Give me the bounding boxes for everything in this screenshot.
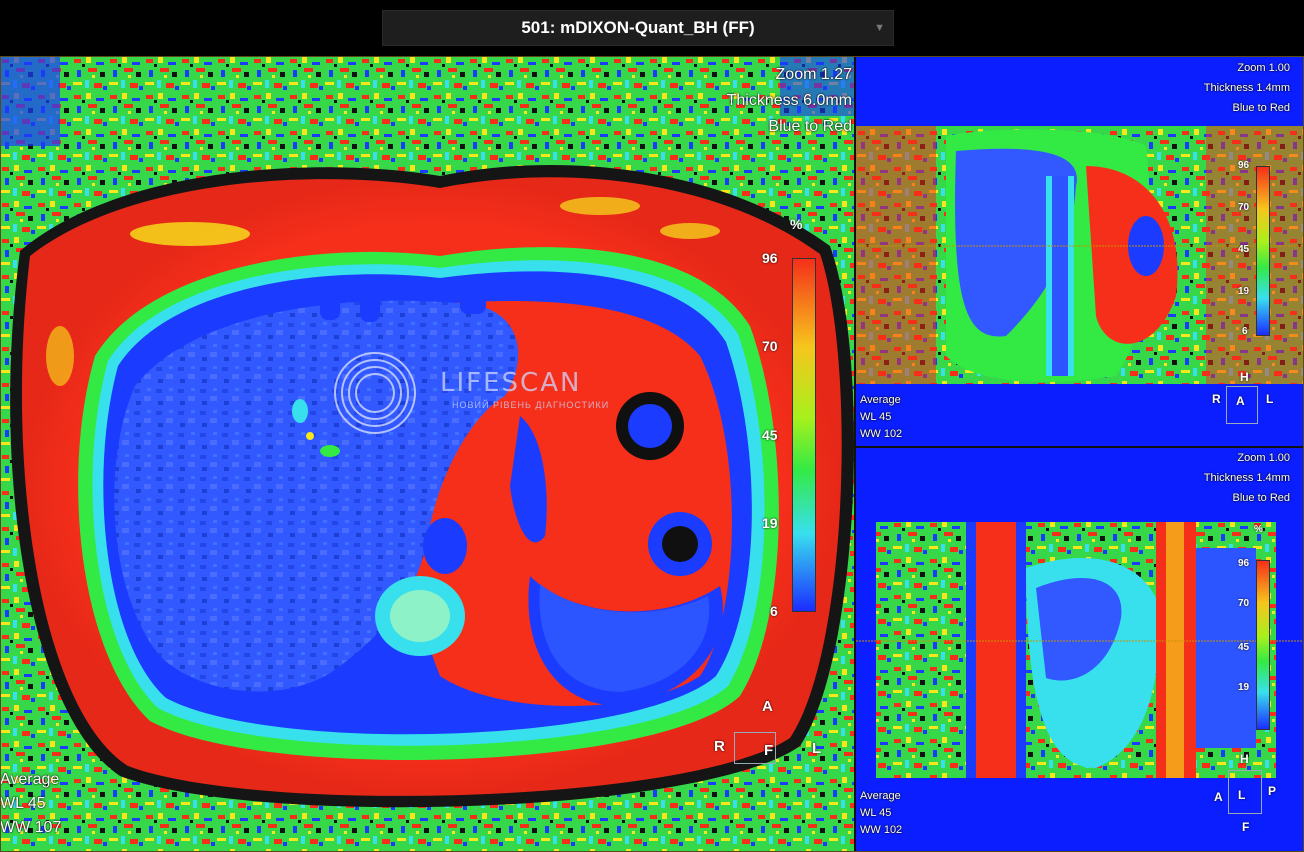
axial-info-overlay: Zoom 1.27 Thickness 6.0mm Blue to Red xyxy=(727,62,852,140)
sagittal-scale-tick-19: 19 xyxy=(1238,682,1250,693)
sagittal-stats-wl: WL 45 xyxy=(860,807,892,819)
orientation-bottom-label[interactable]: F xyxy=(764,742,773,759)
scale-tick-96: 96 xyxy=(762,250,778,266)
color-scale-bar xyxy=(792,258,816,612)
stats-ww: WW 107 xyxy=(0,819,62,836)
watermark-brand: LIFESCAN xyxy=(440,368,582,398)
sagittal-orientation-left[interactable]: A xyxy=(1214,790,1223,804)
sagittal-info-overlay: Zoom 1.00 Thickness 1.4mm Blue to Red xyxy=(1204,448,1290,508)
scale-tick-45: 45 xyxy=(762,427,778,443)
sagittal-stats-overlay: Average WL 45 WW 102 xyxy=(860,788,902,839)
sagittal-stats-label: Average xyxy=(860,790,901,802)
coronal-viewport[interactable]: Zoom 1.00 Thickness 1.4mm Blue to Red 96… xyxy=(856,56,1304,448)
coronal-info-overlay: Zoom 1.00 Thickness 1.4mm Blue to Red xyxy=(1204,58,1290,118)
colormap-label: Blue to Red xyxy=(768,118,852,135)
coronal-orientation-right[interactable]: L xyxy=(1266,392,1273,406)
coronal-orientation-center[interactable]: A xyxy=(1236,394,1245,408)
axial-fat-fraction-image xyxy=(0,56,856,852)
thickness-label: Thickness 6.0mm xyxy=(726,92,852,109)
coronal-color-scale-bar xyxy=(1256,166,1270,336)
sagittal-orientation-right[interactable]: P xyxy=(1268,784,1276,798)
lifescan-watermark: LIFESCAN НОВИЙ РІВЕНЬ ДІАГНОСТИКИ xyxy=(330,348,620,438)
scale-tick-19: 19 xyxy=(762,515,778,531)
sagittal-scale-tick-45: 45 xyxy=(1238,642,1250,653)
zoom-label: Zoom 1.27 xyxy=(775,66,852,83)
sagittal-orientation-center[interactable]: L xyxy=(1238,788,1245,802)
sagittal-zoom-label: Zoom 1.00 xyxy=(1237,452,1290,464)
coronal-colormap-label: Blue to Red xyxy=(1232,102,1290,114)
stats-label: Average xyxy=(0,771,60,788)
coronal-scale-tick-6: 6 xyxy=(1242,326,1248,337)
axial-stats-overlay: Average WL 45 WW 107 xyxy=(0,768,61,840)
watermark-tagline: НОВИЙ РІВЕНЬ ДІАГНОСТИКИ xyxy=(452,400,610,410)
series-title: 501: mDIXON-Quant_BH (FF) xyxy=(521,18,755,37)
coronal-stats-overlay: Average WL 45 WW 102 xyxy=(860,392,902,443)
coronal-thickness-label: Thickness 1.4mm xyxy=(1203,82,1290,94)
sagittal-scale-tick-70: 70 xyxy=(1238,598,1250,609)
sagittal-stats-ww: WW 102 xyxy=(860,824,903,836)
sagittal-scale-unit: % xyxy=(1254,524,1263,535)
coronal-stats-label: Average xyxy=(860,394,901,406)
coronal-stats-wl: WL 45 xyxy=(860,411,892,423)
orientation-top-label[interactable]: A xyxy=(762,698,773,715)
sagittal-colormap-label: Blue to Red xyxy=(1232,492,1290,504)
sagittal-scale-tick-96: 96 xyxy=(1238,558,1250,569)
title-bar: 501: mDIXON-Quant_BH (FF) ▼ xyxy=(0,0,1304,56)
coronal-scale-tick-19: 19 xyxy=(1238,286,1250,297)
axial-viewport[interactable]: LIFESCAN НОВИЙ РІВЕНЬ ДІАГНОСТИКИ Zoom 1… xyxy=(0,56,856,852)
viewport-divider-horizontal[interactable] xyxy=(856,446,1304,448)
sagittal-orientation-bottom[interactable]: F xyxy=(1242,820,1249,834)
orientation-right-label[interactable]: L xyxy=(812,740,821,757)
sagittal-orientation-top[interactable]: H xyxy=(1240,752,1249,766)
coronal-scale-tick-45: 45 xyxy=(1238,244,1250,255)
coronal-orientation-top[interactable]: H xyxy=(1240,370,1249,384)
sagittal-thickness-label: Thickness 1.4mm xyxy=(1203,472,1290,484)
viewport-divider-vertical[interactable] xyxy=(854,56,856,852)
stats-wl: WL 45 xyxy=(0,795,46,812)
series-selector-dropdown[interactable]: 501: mDIXON-Quant_BH (FF) ▼ xyxy=(382,10,894,46)
lifescan-logo-icon xyxy=(334,352,416,434)
coronal-stats-ww: WW 102 xyxy=(860,428,903,440)
scale-tick-70: 70 xyxy=(762,338,778,354)
orientation-left-label[interactable]: R xyxy=(714,738,725,755)
coronal-orientation-left[interactable]: R xyxy=(1212,392,1221,406)
coronal-scale-tick-70: 70 xyxy=(1238,202,1250,213)
coronal-scale-tick-96: 96 xyxy=(1238,160,1250,171)
scale-unit: % xyxy=(790,216,803,232)
coronal-zoom-label: Zoom 1.00 xyxy=(1237,62,1290,74)
sagittal-viewport[interactable]: Zoom 1.00 Thickness 1.4mm Blue to Red % … xyxy=(856,448,1304,852)
sagittal-color-scale-bar xyxy=(1256,560,1270,730)
scale-tick-6: 6 xyxy=(770,603,778,619)
chevron-down-icon: ▼ xyxy=(874,22,885,34)
